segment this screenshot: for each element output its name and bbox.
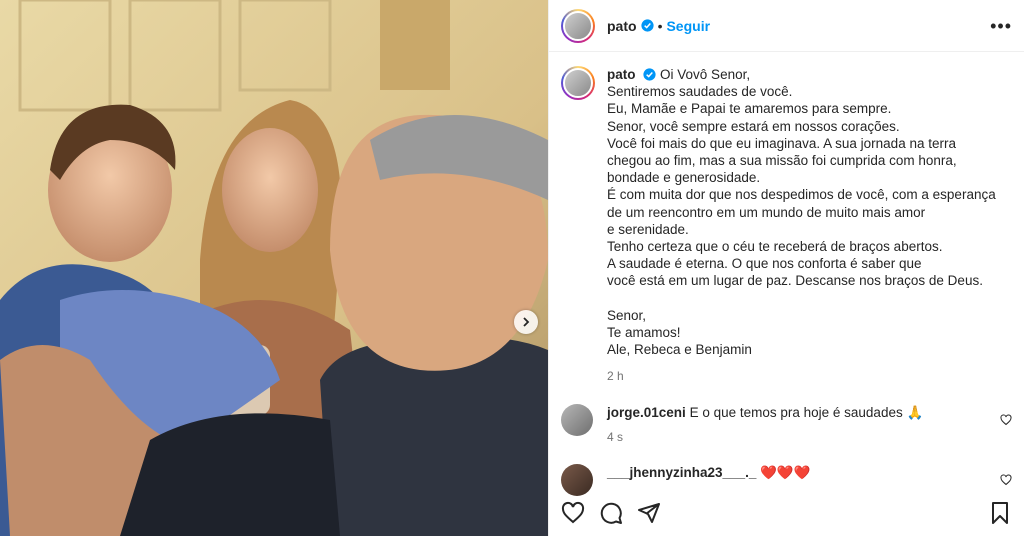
commenter-avatar[interactable] bbox=[561, 464, 593, 496]
post-timestamp[interactable]: 2 h bbox=[607, 368, 996, 385]
caption: pato Oi Vovô Senor, Sentiremos saudades … bbox=[607, 66, 996, 385]
caption-line: de um reencontro em um mundo de muito ma… bbox=[607, 204, 926, 220]
caption-line: Sentiremos saudades de você. bbox=[607, 84, 793, 100]
caption-avatar[interactable] bbox=[561, 66, 595, 100]
more-options-button[interactable]: ••• bbox=[990, 17, 1012, 35]
caption-gap bbox=[607, 290, 996, 307]
share-icon[interactable] bbox=[637, 501, 661, 525]
heart-icon[interactable] bbox=[561, 501, 585, 525]
comment-item: jorge.01ceni E o que temos pra hoje é sa… bbox=[561, 404, 1012, 446]
comment-body: jorge.01ceni E o que temos pra hoje é sa… bbox=[607, 404, 1000, 446]
caption-username[interactable]: pato bbox=[607, 67, 636, 82]
heart-icon[interactable] bbox=[1000, 414, 1012, 426]
comment-text: ❤️❤️❤️ bbox=[760, 465, 811, 480]
post-photo[interactable] bbox=[0, 0, 548, 536]
caption-line: Ale, Rebeca e Benjamin bbox=[607, 342, 752, 358]
caption-line: A saudade é eterna. O que nos conforta é… bbox=[607, 256, 922, 272]
caption-line: bondade e generosidade. bbox=[607, 170, 761, 186]
post-panel: pato • Seguir ••• pato Oi Vovô Senor, Se… bbox=[548, 0, 1024, 536]
verified-badge-icon bbox=[640, 19, 654, 32]
commenter-avatar[interactable] bbox=[561, 404, 593, 436]
bookmark-icon[interactable] bbox=[988, 501, 1012, 525]
post-header: pato • Seguir ••• bbox=[549, 0, 1024, 52]
caption-line: Oi Vovô Senor, bbox=[660, 67, 751, 82]
caption-line: É com muita dor que nos despedimos de vo… bbox=[607, 187, 996, 203]
caption-line: chegou ao fim, mas a sua missão foi cump… bbox=[607, 153, 957, 169]
comment-body: ___jhennyzinha23___._ ❤️❤️❤️ bbox=[607, 464, 1000, 482]
action-bar bbox=[561, 498, 1012, 528]
next-photo-button[interactable] bbox=[514, 310, 538, 334]
separator-dot: • bbox=[657, 17, 663, 34]
caption-line: Te amamos! bbox=[607, 324, 681, 340]
chevron-right-icon bbox=[523, 317, 530, 327]
caption-line: Tenho certeza que o céu te receberá de b… bbox=[607, 239, 943, 255]
author-username[interactable]: pato bbox=[607, 18, 637, 34]
comment-text: E o que temos pra hoje é saudades 🙏 bbox=[689, 405, 924, 420]
follow-button[interactable]: Seguir bbox=[666, 18, 710, 34]
author-avatar[interactable] bbox=[561, 8, 595, 43]
caption-line: você está em um lugar de paz. Descanse n… bbox=[607, 273, 983, 289]
comment-item: ___jhennyzinha23___._ ❤️❤️❤️ bbox=[561, 464, 1012, 496]
verified-badge-icon bbox=[643, 68, 656, 81]
caption-block: pato Oi Vovô Senor, Sentiremos saudades … bbox=[561, 66, 1012, 385]
caption-line: Senor, você sempre estará em nossos cora… bbox=[607, 118, 900, 134]
heart-icon[interactable] bbox=[1000, 474, 1012, 486]
comment-icon[interactable] bbox=[599, 501, 623, 525]
comment-username[interactable]: jorge.01ceni bbox=[607, 405, 686, 420]
caption-line: Eu, Mamãe e Papai te amaremos para sempr… bbox=[607, 101, 892, 117]
comment-time: 4 s bbox=[607, 430, 624, 444]
caption-line: e serenidade. bbox=[607, 221, 689, 237]
comment-username[interactable]: ___jhennyzinha23___._ bbox=[607, 465, 756, 480]
photo-illustration bbox=[0, 0, 548, 536]
caption-line: Você foi mais do que eu imaginava. A sua… bbox=[607, 135, 956, 151]
caption-line: Senor, bbox=[607, 307, 647, 323]
